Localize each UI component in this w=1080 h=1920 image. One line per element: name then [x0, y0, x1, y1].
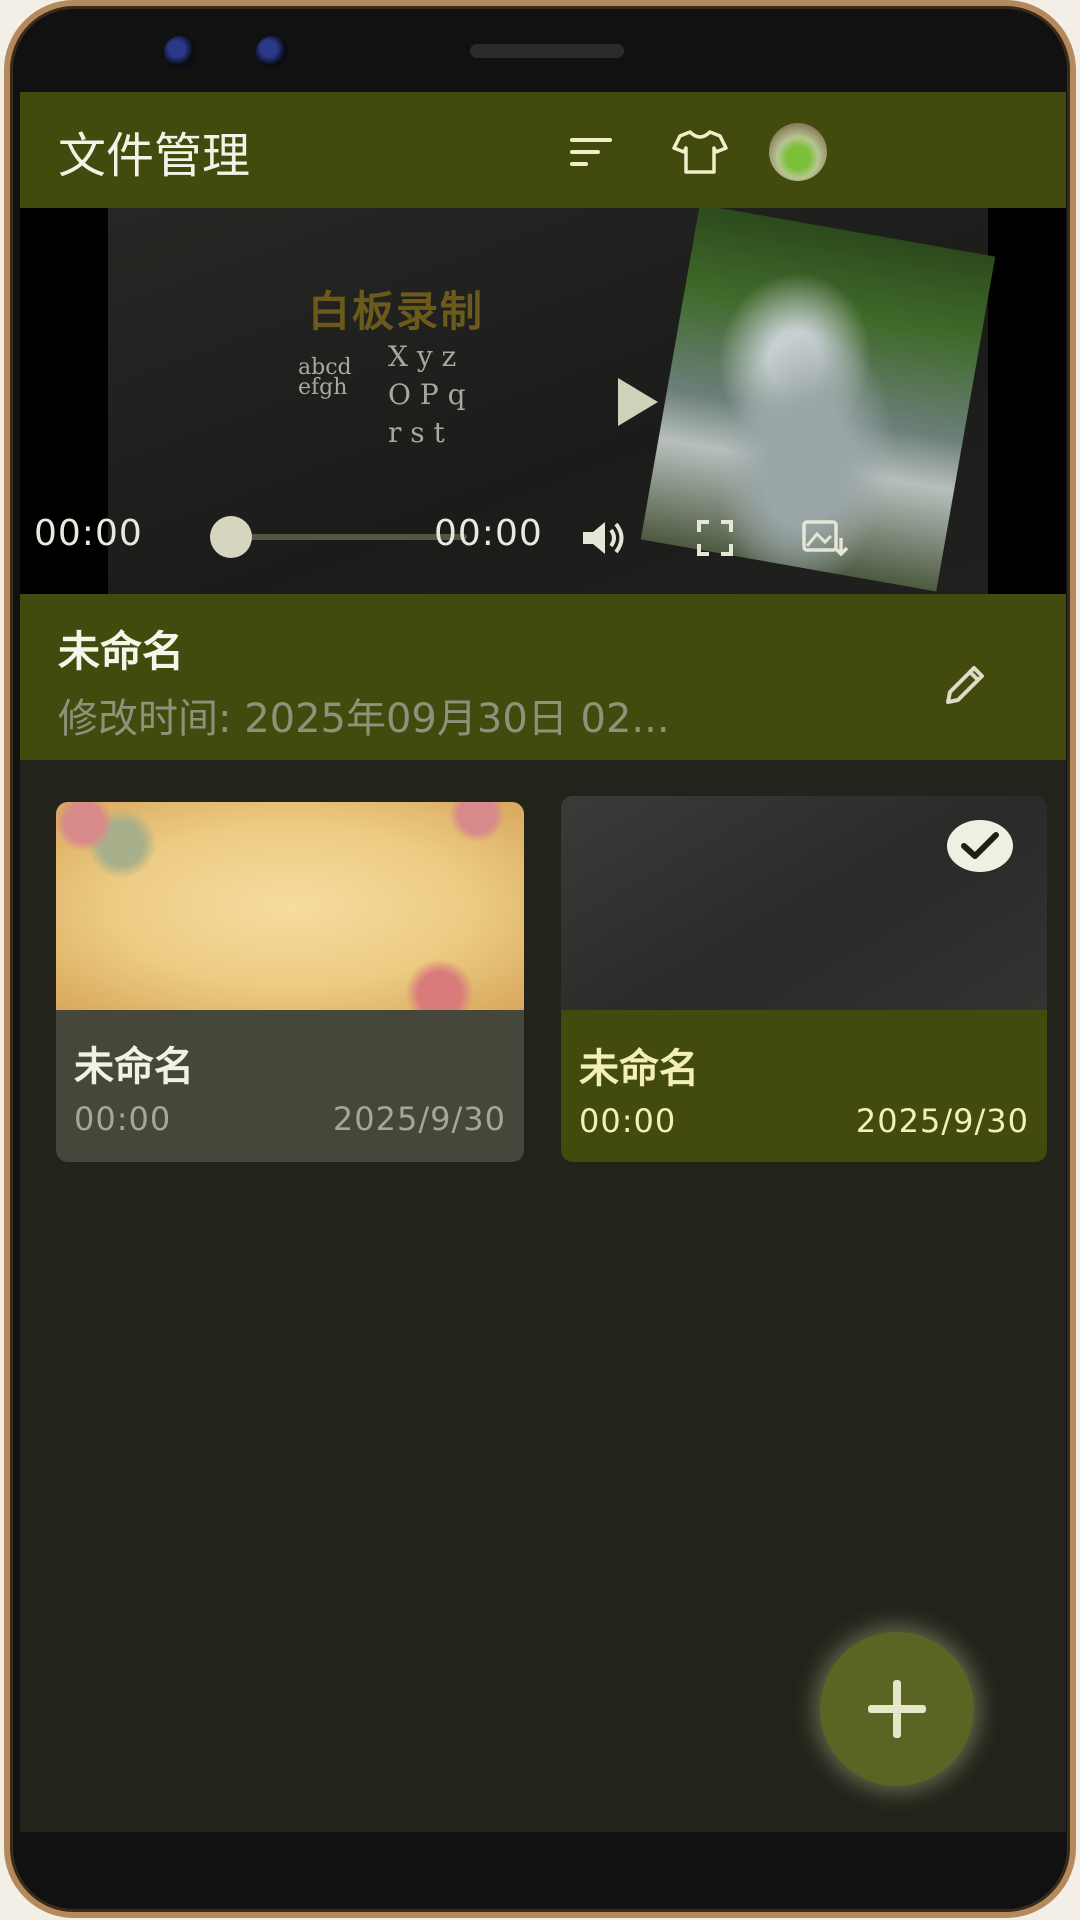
fullscreen-button[interactable]	[690, 513, 740, 563]
front-camera	[164, 36, 196, 68]
card-thumbnail	[56, 802, 524, 1010]
add-button[interactable]	[820, 1632, 974, 1786]
front-sensor	[256, 36, 288, 68]
card-date: 2025/9/30	[855, 1102, 1029, 1140]
recording-card-selected[interactable]: 未命名 00:00 2025/9/30	[561, 796, 1047, 1162]
phone-frame: 文件管理 白板录制 abcd efgh X y z O P q r s t 00…	[4, 0, 1076, 1918]
fullscreen-icon	[697, 520, 733, 556]
seek-bar[interactable]	[225, 534, 467, 540]
video-player[interactable]: 白板录制 abcd efgh X y z O P q r s t 00:00 0…	[20, 208, 1066, 594]
edit-button[interactable]	[938, 656, 994, 712]
selected-name: 未命名	[58, 627, 185, 676]
earpiece-speaker	[470, 44, 624, 58]
sort-button[interactable]	[560, 120, 624, 184]
selected-check-icon	[947, 820, 1013, 872]
card-duration: 00:00	[579, 1102, 677, 1140]
sort-icon	[570, 138, 612, 166]
chalk-text-2: X y z O P q r s t	[388, 340, 466, 449]
shirt-icon	[672, 130, 728, 174]
chalk-text: abcd efgh	[298, 355, 352, 400]
card-title: 未命名	[74, 1044, 194, 1090]
plus-icon	[868, 1680, 926, 1738]
current-time: 00:00	[34, 513, 143, 554]
card-title: 未命名	[579, 1046, 699, 1092]
seek-thumb[interactable]	[210, 516, 252, 558]
selected-info-bar: 未命名 修改时间: 2025年09月30日 02...	[20, 594, 1066, 760]
card-duration: 00:00	[74, 1100, 172, 1138]
avatar-button[interactable]	[766, 120, 830, 184]
board-title: 白板录制	[308, 287, 485, 336]
save-image-button[interactable]	[800, 513, 850, 563]
play-icon[interactable]	[618, 378, 658, 426]
pencil-icon	[946, 666, 984, 704]
modified-time: 修改时间: 2025年09月30日 02...	[58, 696, 670, 742]
card-date: 2025/9/30	[332, 1100, 506, 1138]
theme-button[interactable]	[668, 120, 732, 184]
page-title: 文件管理	[58, 128, 251, 184]
avatar	[769, 123, 827, 181]
volume-button[interactable]	[580, 513, 630, 563]
app-bar: 文件管理	[20, 92, 1066, 208]
volume-icon	[583, 522, 624, 554]
image-download-icon	[802, 520, 849, 557]
total-time: 00:00	[434, 513, 543, 554]
recording-card[interactable]: 未命名 00:00 2025/9/30	[56, 802, 524, 1162]
screen: 文件管理 白板录制 abcd efgh X y z O P q r s t 00…	[20, 92, 1066, 1832]
